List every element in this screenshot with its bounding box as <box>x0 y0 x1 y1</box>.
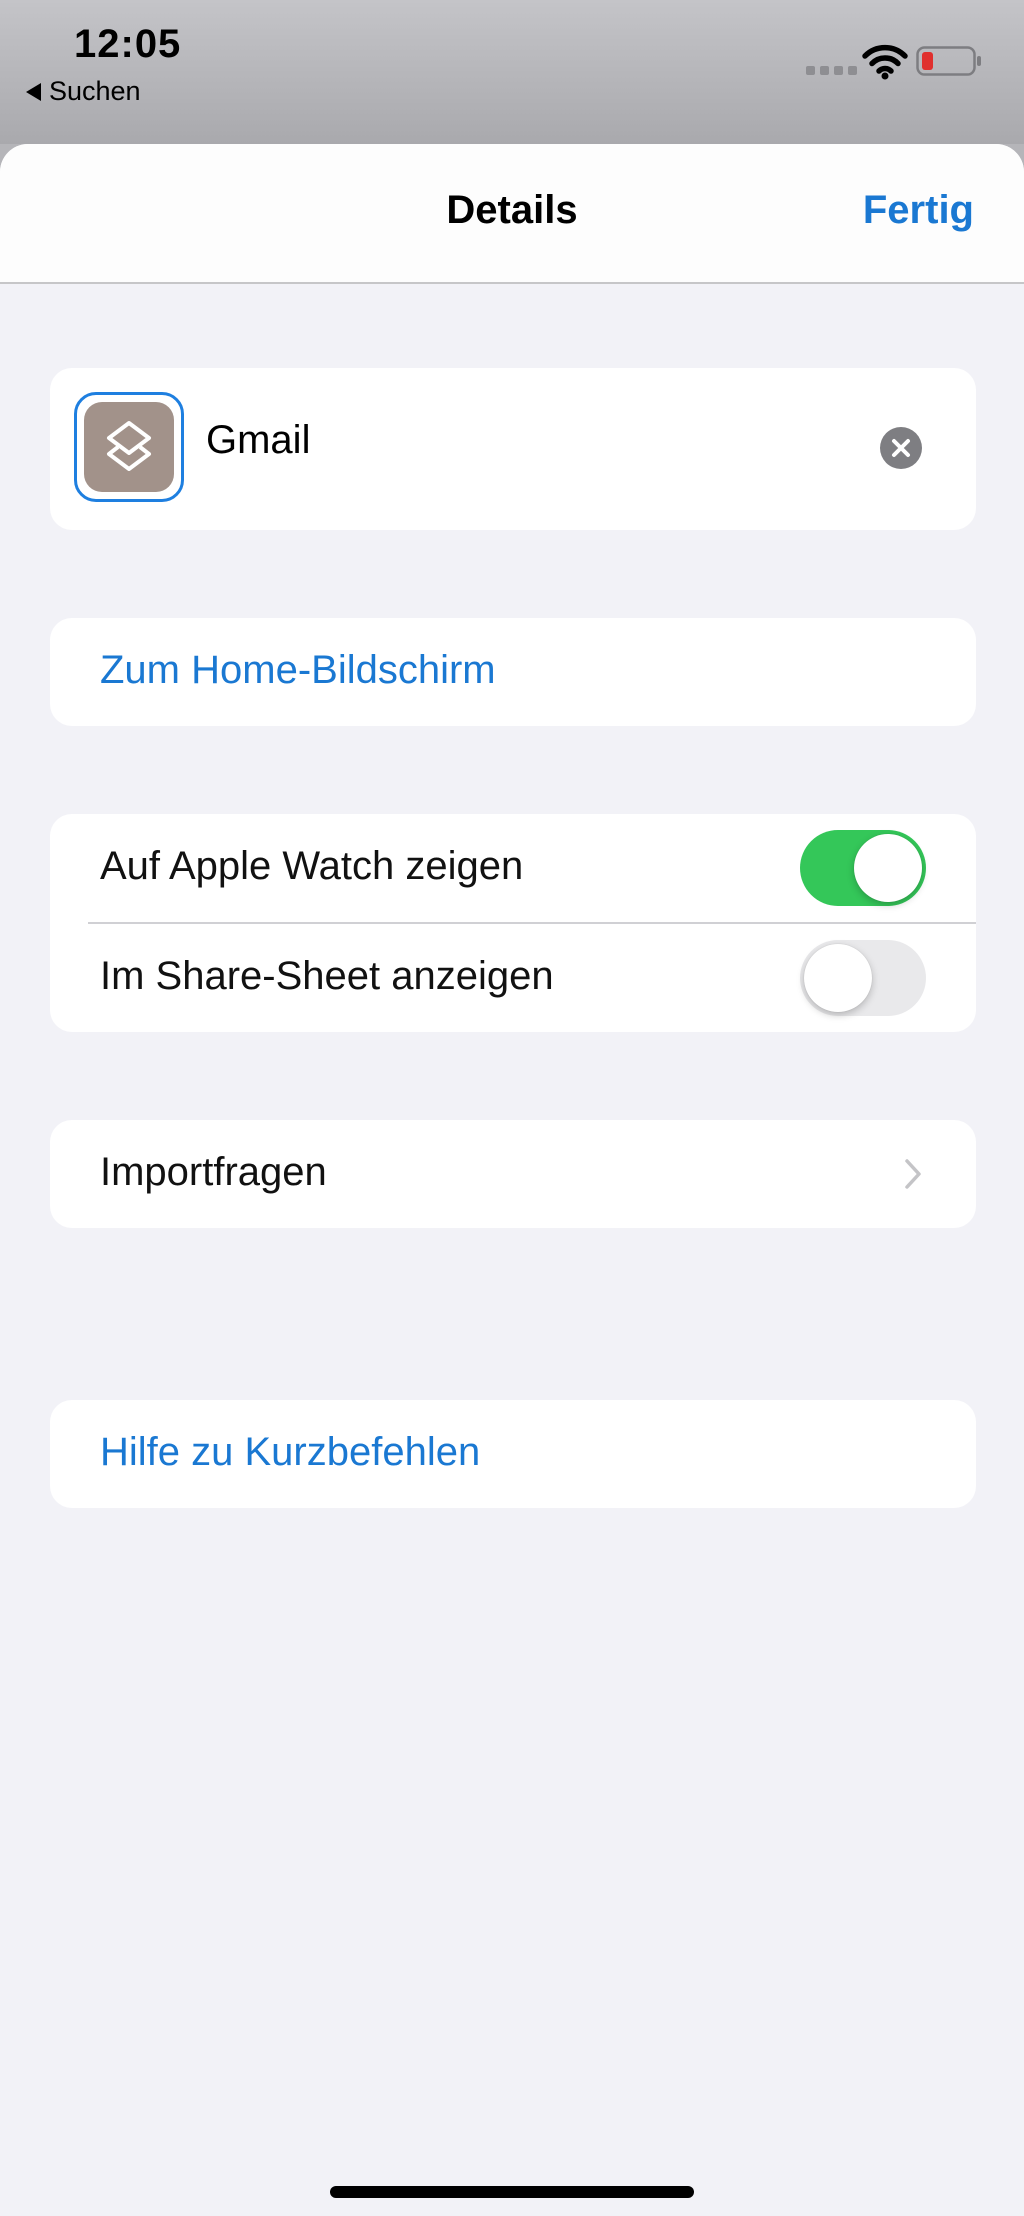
status-bar: 12:05 Suchen <box>0 0 1024 144</box>
shortcut-icon-tile <box>84 402 174 492</box>
navigation-bar: Details Fertig <box>0 144 1024 284</box>
battery-low-icon <box>916 46 981 76</box>
back-arrow-icon <box>26 82 41 101</box>
import-questions-label: Importfragen <box>100 1150 327 1194</box>
apple-watch-label: Auf Apple Watch zeigen <box>100 844 524 888</box>
visibility-settings-card: Auf Apple Watch zeigen Im Share-Sheet an… <box>50 814 976 1032</box>
apple-watch-toggle[interactable] <box>800 830 926 906</box>
share-sheet-toggle[interactable] <box>800 940 926 1016</box>
share-sheet-row: Im Share-Sheet anzeigen <box>50 924 976 1032</box>
status-time: 12:05 <box>74 22 182 66</box>
details-sheet: Details Fertig Zum Home-Bildschirm Auf A… <box>0 144 1024 2216</box>
shortcut-name-card <box>50 368 976 530</box>
back-link-label: Suchen <box>49 76 141 106</box>
shortcuts-help-label: Hilfe zu Kurzbefehlen <box>100 1430 481 1474</box>
wifi-icon <box>862 44 908 80</box>
share-sheet-label: Im Share-Sheet anzeigen <box>100 954 554 998</box>
add-to-home-screen-button[interactable]: Zum Home-Bildschirm <box>50 618 976 726</box>
shortcuts-layers-icon <box>107 421 151 471</box>
add-to-home-screen-label: Zum Home-Bildschirm <box>100 648 496 692</box>
cellular-signal-icon <box>806 66 857 75</box>
toggle-knob <box>804 944 872 1012</box>
shortcut-icon-button[interactable] <box>74 392 184 502</box>
back-to-search-link[interactable]: Suchen <box>26 76 141 107</box>
toggle-knob <box>854 834 922 902</box>
chevron-right-icon <box>905 1159 921 1189</box>
apple-watch-row: Auf Apple Watch zeigen <box>50 814 976 924</box>
shortcut-name-field[interactable] <box>206 418 806 463</box>
clear-text-button[interactable] <box>880 427 922 469</box>
home-indicator <box>330 2186 694 2198</box>
import-questions-row[interactable]: Importfragen <box>50 1120 976 1228</box>
shortcuts-help-button[interactable]: Hilfe zu Kurzbefehlen <box>50 1400 976 1508</box>
done-button[interactable]: Fertig <box>863 188 974 233</box>
clear-x-icon <box>892 439 910 457</box>
